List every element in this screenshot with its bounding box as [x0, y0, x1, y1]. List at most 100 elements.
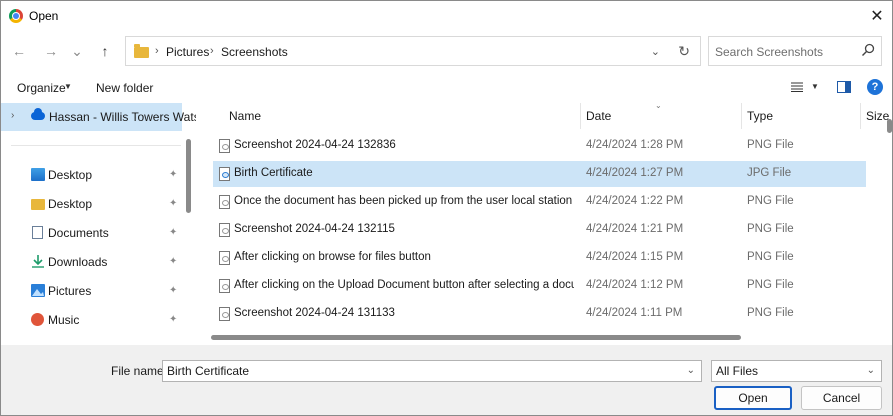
recent-locations-icon[interactable]: ⌄ — [67, 41, 87, 61]
png-file-icon — [219, 195, 230, 209]
column-divider[interactable] — [741, 103, 742, 129]
png-file-icon — [219, 251, 230, 265]
up-arrow-icon[interactable]: ↑ — [95, 41, 115, 61]
file-name-value: Birth Certificate — [167, 364, 250, 378]
search-icon[interactable] — [861, 43, 875, 57]
file-row[interactable]: After clicking on the Upload Document bu… — [213, 273, 866, 299]
file-type: PNG File — [747, 195, 794, 207]
file-name: Once the document has been picked up fro… — [234, 195, 573, 207]
pictures-icon — [31, 284, 45, 297]
file-date: 4/24/2024 1:28 PM — [586, 139, 684, 151]
file-type: PNG File — [747, 279, 794, 291]
breadcrumb-pictures[interactable]: Pictures — [166, 45, 209, 59]
navigation-pane: › Hassan - Willis Towers Watson Desktop … — [1, 103, 196, 345]
sidebar-item-onedrive[interactable]: › Hassan - Willis Towers Watson — [1, 103, 196, 131]
file-name: After clicking on the Upload Document bu… — [234, 279, 574, 291]
refresh-icon[interactable]: ↻ — [678, 43, 690, 60]
cancel-button[interactable]: Cancel — [801, 386, 882, 410]
new-folder-button[interactable]: New folder — [96, 81, 153, 95]
file-row[interactable]: Screenshot 2024-04-24 132115 4/24/2024 1… — [213, 217, 866, 243]
organize-button[interactable]: Organize — [17, 81, 66, 95]
sidebar-scrollbar[interactable] — [186, 139, 191, 213]
sidebar-item-label: Pictures — [48, 284, 92, 298]
file-date: 4/24/2024 1:21 PM — [586, 223, 684, 235]
file-type: PNG File — [747, 251, 794, 263]
pin-icon: ✦ — [169, 314, 178, 325]
chevron-right-icon[interactable]: › — [11, 110, 14, 121]
back-arrow-icon[interactable]: ← — [9, 41, 29, 61]
search-input[interactable]: Search Screenshots — [708, 36, 882, 66]
view-options-icon[interactable] — [791, 82, 803, 92]
breadcrumb-screenshots[interactable]: Screenshots — [221, 45, 288, 59]
sidebar-item-label: Desktop — [48, 197, 93, 211]
file-type: PNG File — [747, 223, 794, 235]
png-file-icon — [219, 139, 230, 153]
file-date: 4/24/2024 1:27 PM — [586, 167, 684, 179]
png-file-icon — [219, 279, 230, 293]
downloads-icon — [32, 255, 44, 268]
file-row[interactable]: Screenshot 2024-04-24 131133 4/24/2024 1… — [213, 301, 866, 327]
file-type: JPG File — [747, 167, 792, 179]
pin-icon: ✦ — [169, 256, 178, 267]
breadcrumb-separator: › — [155, 45, 159, 57]
file-row[interactable]: After clicking on browse for files butto… — [213, 245, 866, 271]
file-row[interactable]: Once the document has been picked up fro… — [213, 189, 866, 215]
file-type: PNG File — [747, 307, 794, 319]
music-icon — [31, 313, 44, 326]
column-header-name[interactable]: Name — [229, 103, 261, 129]
help-icon[interactable]: ? — [867, 79, 883, 95]
file-date: 4/24/2024 1:12 PM — [586, 279, 684, 291]
sidebar-item-music[interactable]: Music ✦ — [1, 307, 182, 333]
file-list-horizontal-scrollbar[interactable] — [211, 335, 741, 340]
sidebar-item-label: Music — [48, 313, 80, 327]
sidebar-item-label: Hassan - Willis Towers Watson — [49, 110, 196, 124]
file-date: 4/24/2024 1:11 PM — [586, 307, 683, 319]
sidebar-item-documents[interactable]: Documents ✦ — [1, 220, 182, 246]
command-toolbar: Organize ▼ New folder ▼ ? — [1, 73, 892, 103]
sidebar-item-downloads[interactable]: Downloads ✦ — [1, 249, 182, 275]
chevron-down-icon[interactable]: ⌄ — [687, 365, 695, 376]
caret-down-icon[interactable]: ▼ — [811, 82, 819, 91]
sidebar-item-label: Downloads — [48, 255, 108, 269]
sidebar-item-desktop[interactable]: Desktop ✦ — [1, 162, 182, 188]
chevron-down-icon[interactable]: ⌄ — [651, 45, 660, 58]
search-placeholder: Search Screenshots — [715, 45, 824, 59]
file-type-filter-value: All Files — [716, 364, 759, 378]
column-divider[interactable] — [580, 103, 581, 129]
forward-arrow-icon[interactable]: → — [41, 41, 61, 61]
sidebar-item-desktop-folder[interactable]: Desktop ✦ — [1, 191, 182, 217]
png-file-icon — [219, 223, 230, 237]
file-list: Name Date ⌄ Type Size Screenshot 2024-04… — [199, 103, 892, 345]
divider — [11, 145, 181, 146]
pin-icon: ✦ — [169, 227, 178, 238]
pin-icon: ✦ — [169, 198, 178, 209]
sidebar-item-pictures[interactable]: Pictures ✦ — [1, 278, 182, 304]
address-bar[interactable]: › Pictures › Screenshots ⌄ ↻ — [125, 36, 701, 66]
png-file-icon — [219, 307, 230, 321]
preview-pane-icon[interactable] — [837, 81, 851, 93]
file-name-input[interactable]: Birth Certificate ⌄ — [162, 360, 702, 382]
file-date: 4/24/2024 1:22 PM — [586, 195, 684, 207]
file-type-filter-select[interactable]: All Files ⌄ — [711, 360, 882, 382]
window-title: Open — [29, 9, 59, 23]
chevron-down-icon[interactable]: ⌄ — [867, 365, 875, 376]
jpg-file-icon — [219, 167, 230, 181]
open-button[interactable]: Open — [714, 386, 792, 410]
folder-icon — [134, 44, 149, 58]
sidebar-item-label: Documents — [48, 226, 109, 240]
close-icon[interactable]: ✕ — [862, 1, 892, 31]
file-name: After clicking on browse for files butto… — [234, 251, 431, 263]
file-type: PNG File — [747, 139, 794, 151]
dialog-footer: File name: Birth Certificate ⌄ All Files… — [1, 345, 892, 415]
desktop-icon — [31, 168, 45, 181]
column-header-date[interactable]: Date — [586, 103, 611, 129]
column-header-type[interactable]: Type — [747, 103, 773, 129]
column-divider[interactable] — [860, 103, 861, 129]
file-row-selected[interactable]: Birth Certificate 4/24/2024 1:27 PM JPG … — [213, 161, 866, 187]
onedrive-cloud-icon — [31, 108, 45, 120]
pin-icon: ✦ — [169, 169, 178, 180]
file-date: 4/24/2024 1:15 PM — [586, 251, 684, 263]
file-row[interactable]: Screenshot 2024-04-24 132836 4/24/2024 1… — [213, 133, 866, 159]
file-list-vertical-scrollbar[interactable] — [887, 119, 892, 133]
pin-icon: ✦ — [169, 285, 178, 296]
